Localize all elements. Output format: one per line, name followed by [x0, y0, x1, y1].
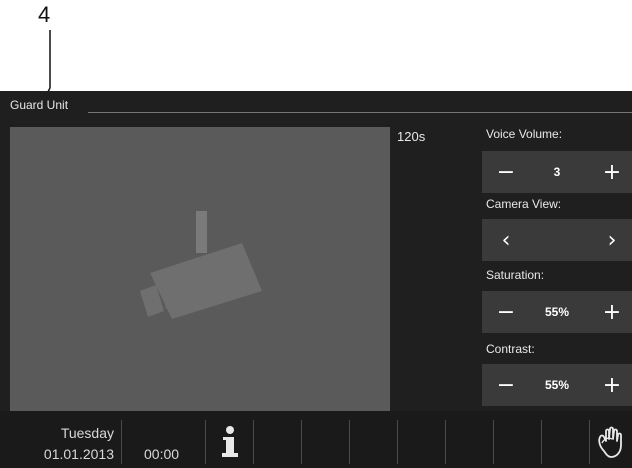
- saturation-control: − 55% +: [482, 291, 632, 333]
- call-timer: 120s: [397, 129, 426, 144]
- camera-view-previous-button[interactable]: ‹: [486, 219, 526, 261]
- bottom-divider: [589, 420, 590, 464]
- security-camera-icon: [140, 211, 262, 319]
- voice-volume-value: 3: [553, 165, 561, 179]
- day-label: Tuesday: [60, 425, 114, 441]
- voice-volume-label: Voice Volume:: [486, 127, 563, 141]
- camera-view-label: Camera View:: [486, 197, 562, 211]
- info-button[interactable]: [210, 419, 250, 465]
- contrast-increase-button[interactable]: +: [592, 364, 632, 406]
- callout-number: 4: [38, 2, 51, 27]
- info-icon: [222, 426, 238, 457]
- voice-volume-increase-button[interactable]: +: [592, 151, 632, 193]
- bottom-divider: [349, 420, 350, 464]
- video-view[interactable]: [10, 127, 390, 411]
- bottom-divider: [541, 420, 542, 464]
- bottom-divider: [397, 420, 398, 464]
- window-title: Guard Unit: [10, 98, 69, 112]
- title-bar: Guard Unit: [0, 91, 632, 115]
- bottom-divider: [121, 420, 122, 464]
- bottom-divider: [253, 420, 254, 464]
- bottom-divider: [445, 420, 446, 464]
- hand-icon: [598, 426, 622, 458]
- contrast-label: Contrast:: [486, 342, 535, 356]
- camera-view-next-button[interactable]: ›: [592, 219, 632, 261]
- door-release-button[interactable]: [594, 421, 628, 463]
- bottom-divider: [205, 420, 206, 464]
- contrast-decrease-button[interactable]: −: [486, 364, 526, 406]
- contrast-value: 55%: [544, 378, 570, 392]
- voice-volume-decrease-button[interactable]: −: [486, 151, 526, 193]
- title-divider: [88, 112, 632, 113]
- saturation-label: Saturation:: [486, 268, 545, 282]
- voice-volume-control: − 3 +: [482, 151, 632, 193]
- contrast-control: − 55% +: [482, 364, 632, 406]
- intercom-screen: Guard Unit 120s Voice Volume: − 3 + Came…: [0, 91, 632, 468]
- bottom-divider: [493, 420, 494, 464]
- saturation-value: 55%: [544, 305, 570, 319]
- time-label: 00:00: [144, 446, 180, 462]
- saturation-decrease-button[interactable]: −: [486, 291, 526, 333]
- saturation-increase-button[interactable]: +: [592, 291, 632, 333]
- bottom-bar: Tuesday 01.01.2013 00:00: [0, 411, 632, 468]
- camera-view-control: ‹ ›: [482, 219, 632, 261]
- bottom-divider: [301, 420, 302, 464]
- date-label: 01.01.2013: [43, 446, 114, 462]
